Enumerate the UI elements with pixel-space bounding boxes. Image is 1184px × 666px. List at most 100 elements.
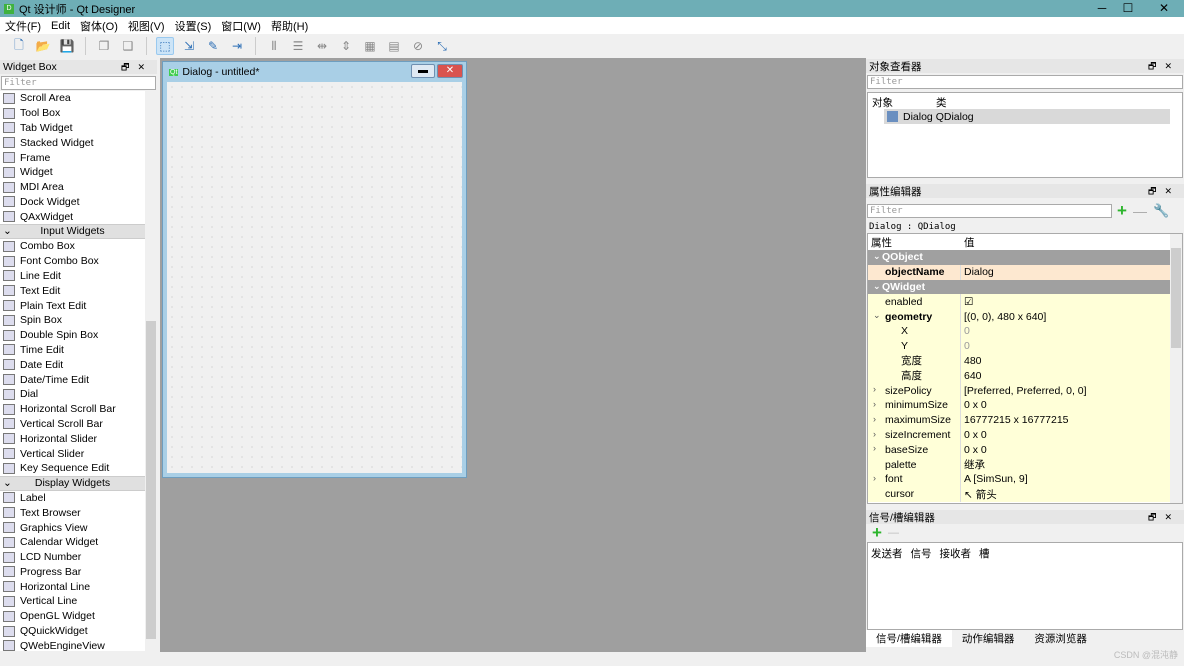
widget-item[interactable]: Horizontal Slider: [0, 431, 145, 446]
float-close-icons[interactable]: 🗗✕: [1148, 59, 1180, 75]
widget-item[interactable]: Horizontal Line: [0, 579, 145, 594]
property-category[interactable]: ⌄ QObject: [868, 250, 1170, 265]
widget-item[interactable]: Double Spin Box: [0, 328, 145, 343]
widget-item[interactable]: Plain Text Edit: [0, 298, 145, 313]
layout-form-icon[interactable]: ▤: [385, 37, 403, 55]
configure-wrench-icon[interactable]: 🔧: [1153, 203, 1169, 219]
property-row[interactable]: cursor ↖ 箭头: [868, 486, 1170, 502]
open-folder-icon[interactable]: 📂: [34, 37, 52, 55]
property-row[interactable]: ⌄ geometry [(0, 0), 480 x 640]: [868, 309, 1170, 324]
widget-item[interactable]: OpenGL Widget: [0, 609, 145, 624]
widget-item[interactable]: Frame: [0, 150, 145, 165]
widget-item[interactable]: Graphics View: [0, 520, 145, 535]
tab-0[interactable]: 信号/槽编辑器: [866, 630, 952, 647]
widget-item[interactable]: Dial: [0, 387, 145, 402]
widget-item[interactable]: Date/Time Edit: [0, 372, 145, 387]
widget-item[interactable]: Tool Box: [0, 106, 145, 121]
widget-item[interactable]: Date Edit: [0, 357, 145, 372]
widget-item[interactable]: Stacked Widget: [0, 135, 145, 150]
layout-vertical-icon[interactable]: ☰: [289, 37, 307, 55]
widget-item[interactable]: Vertical Scroll Bar: [0, 417, 145, 432]
widget-item[interactable]: MDI Area: [0, 180, 145, 195]
widget-item[interactable]: Widget: [0, 165, 145, 180]
splitter-vertical-icon[interactable]: ⇕: [337, 37, 355, 55]
layout-grid-icon[interactable]: ▦: [361, 37, 379, 55]
property-filter-input[interactable]: Filter: [867, 204, 1112, 218]
widget-item[interactable]: Spin Box: [0, 313, 145, 328]
widget-item[interactable]: Text Browser: [0, 505, 145, 520]
property-row[interactable]: Y0: [868, 338, 1170, 354]
edit-widgets-icon[interactable]: ⬚: [156, 37, 174, 55]
chevron-down-icon[interactable]: ⌄: [873, 251, 881, 262]
property-row[interactable]: › minimumSize 0 x 0: [868, 397, 1170, 413]
edit-tab-order-icon[interactable]: ⇥: [228, 37, 246, 55]
add-property-icon[interactable]: +: [1117, 201, 1127, 221]
float-close-icons[interactable]: 🗗✕: [121, 60, 153, 76]
widget-item[interactable]: Text Edit: [0, 283, 145, 298]
maximize-button[interactable]: ☐: [1110, 0, 1146, 17]
widget-item[interactable]: Combo Box: [0, 239, 145, 254]
dialog-close-button[interactable]: ✕: [437, 64, 463, 78]
adjust-size-icon[interactable]: ⤡: [433, 37, 451, 55]
chevron-right-icon[interactable]: ›: [873, 414, 876, 424]
form-canvas[interactable]: [167, 82, 462, 473]
bring-front-icon[interactable]: ❐: [95, 37, 113, 55]
property-row[interactable]: › sizePolicy [Preferred, Preferred, 0, 0]: [868, 383, 1170, 398]
menu-3[interactable]: 视图(V): [128, 18, 165, 34]
property-value[interactable]: ☑: [961, 296, 973, 308]
menu-1[interactable]: Edit: [51, 20, 70, 32]
save-icon[interactable]: 💾: [58, 37, 76, 55]
edit-signals-icon[interactable]: ⇲: [180, 37, 198, 55]
property-row[interactable]: enabled ☑: [868, 294, 1170, 310]
widget-item[interactable]: QAxWidget: [0, 209, 145, 224]
splitter-horizontal-icon[interactable]: ⇹: [313, 37, 331, 55]
widget-category[interactable]: ⌄ Display Widgets: [0, 475, 145, 491]
edit-buddies-icon[interactable]: ✎: [204, 37, 222, 55]
chevron-right-icon[interactable]: ›: [873, 399, 876, 409]
property-row[interactable]: 宽度 480: [868, 353, 1170, 369]
property-row[interactable]: › sizeIncrement 0 x 0: [868, 427, 1170, 443]
remove-connection-icon[interactable]: —: [888, 527, 899, 539]
menu-5[interactable]: 窗口(W): [221, 18, 261, 34]
widget-item[interactable]: Dock Widget: [0, 195, 145, 210]
property-row[interactable]: › maximumSize 16777215 x 16777215: [868, 412, 1170, 428]
dialog-minimize-button[interactable]: ▬: [411, 64, 435, 78]
chevron-right-icon[interactable]: ›: [873, 384, 876, 394]
dialog-form-window[interactable]: Qt Dialog - untitled* ▬ ✕: [162, 61, 467, 478]
property-scrollbar[interactable]: [1170, 234, 1182, 503]
widget-filter-input[interactable]: Filter: [1, 76, 156, 90]
chevron-right-icon[interactable]: ›: [873, 443, 876, 453]
property-row[interactable]: objectName Dialog: [868, 264, 1170, 280]
widget-list-scrollbar[interactable]: [145, 91, 157, 651]
widget-item[interactable]: Horizontal Scroll Bar: [0, 402, 145, 417]
new-file-icon[interactable]: 🗋: [10, 37, 28, 55]
widget-item[interactable]: Line Edit: [0, 269, 145, 284]
tab-2[interactable]: 资源浏览器: [1024, 630, 1097, 647]
close-button[interactable]: ✕: [1146, 0, 1182, 17]
add-connection-icon[interactable]: +: [872, 523, 882, 543]
menu-0[interactable]: 文件(F): [5, 18, 41, 34]
widget-category[interactable]: ⌄ Input Widgets: [0, 224, 145, 239]
property-row[interactable]: X0: [868, 323, 1170, 339]
remove-property-icon[interactable]: —: [1133, 203, 1147, 219]
menu-2[interactable]: 窗体(O): [80, 18, 118, 34]
widget-item[interactable]: LCD Number: [0, 550, 145, 565]
widget-item[interactable]: Time Edit: [0, 343, 145, 358]
widget-item[interactable]: Label: [0, 491, 145, 506]
menu-4[interactable]: 设置(S): [175, 18, 212, 34]
property-category[interactable]: ⌄ QWidget: [868, 279, 1170, 295]
widget-item[interactable]: Tab Widget: [0, 121, 145, 136]
widget-item[interactable]: QWebEngineView: [0, 638, 145, 651]
object-filter-input[interactable]: Filter: [867, 75, 1183, 89]
chevron-down-icon[interactable]: ⌄: [873, 310, 881, 321]
property-row[interactable]: 高度 640: [868, 368, 1170, 384]
widget-item[interactable]: Scroll Area: [0, 91, 145, 106]
chevron-down-icon[interactable]: ⌄: [873, 281, 881, 292]
widget-item[interactable]: Progress Bar: [0, 565, 145, 580]
send-back-icon[interactable]: ❑: [119, 37, 137, 55]
tree-row-dialog[interactable]: Dialog QDialog: [884, 109, 1170, 124]
widget-item[interactable]: QQuickWidget: [0, 624, 145, 639]
tab-1[interactable]: 动作编辑器: [952, 630, 1025, 647]
chevron-right-icon[interactable]: ›: [873, 429, 876, 439]
chevron-right-icon[interactable]: ›: [873, 473, 876, 483]
